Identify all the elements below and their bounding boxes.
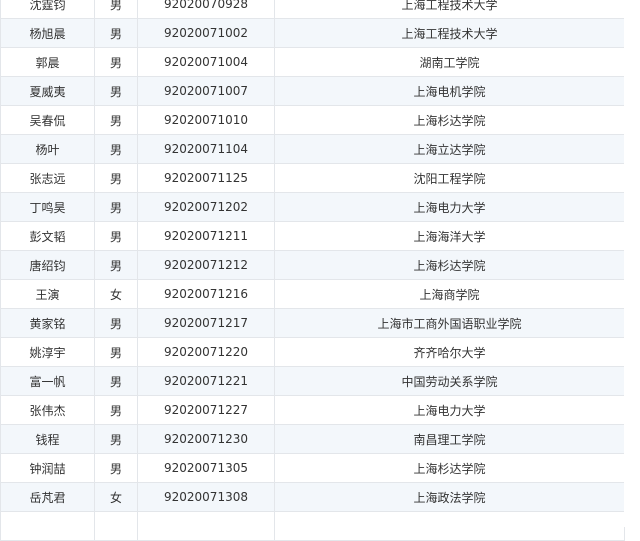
id-cell: 92020071216 <box>137 279 275 309</box>
gender-cell: 男 <box>94 105 138 135</box>
school-cell: 上海电机学院 <box>274 76 625 106</box>
table-row: 吴春侃 男 92020071010 上海杉达学院 <box>0 105 625 135</box>
school-cell: 上海杉达学院 <box>274 105 625 135</box>
school-cell: 上海商学院 <box>274 279 625 309</box>
table-row: 杨叶 男 92020071104 上海立达学院 <box>0 134 625 164</box>
table-row: 张志远 男 92020071125 沈阳工程学院 <box>0 163 625 193</box>
roster-table-body: 沈霆钧 男 92020070928 上海工程技术大学 杨旭晨 男 9202007… <box>0 0 625 541</box>
school-cell: 上海电力大学 <box>274 395 625 425</box>
school-cell: 中国劳动关系学院 <box>274 366 625 396</box>
gender-cell: 男 <box>94 134 138 164</box>
name-cell: 王演 <box>0 279 95 309</box>
gender-cell: 男 <box>94 18 138 48</box>
name-cell: 彭文韬 <box>0 221 95 251</box>
school-cell: 湖南工学院 <box>274 47 625 77</box>
gender-cell: 男 <box>94 308 138 338</box>
table-row: 夏威夷 男 92020071007 上海电机学院 <box>0 76 625 106</box>
id-cell: 92020071227 <box>137 395 275 425</box>
gender-cell: 男 <box>94 337 138 367</box>
school-cell <box>274 511 625 541</box>
id-cell: 92020071221 <box>137 366 275 396</box>
table-row <box>0 511 625 541</box>
gender-cell: 男 <box>94 76 138 106</box>
gender-cell: 男 <box>94 0 138 19</box>
id-cell: 92020071220 <box>137 337 275 367</box>
name-cell: 姚淳宇 <box>0 337 95 367</box>
name-cell: 富一帆 <box>0 366 95 396</box>
school-cell: 上海电力大学 <box>274 192 625 222</box>
name-cell: 吴春侃 <box>0 105 95 135</box>
name-cell: 唐绍钧 <box>0 250 95 280</box>
table-row: 丁鸣昊 男 92020071202 上海电力大学 <box>0 192 625 222</box>
school-cell: 上海立达学院 <box>274 134 625 164</box>
name-cell: 郭晨 <box>0 47 95 77</box>
id-cell: 92020071217 <box>137 308 275 338</box>
gender-cell: 女 <box>94 482 138 512</box>
table-row: 钱程 男 92020071230 南昌理工学院 <box>0 424 625 454</box>
school-cell: 上海杉达学院 <box>274 453 625 483</box>
table-row: 钟润喆 男 92020071305 上海杉达学院 <box>0 453 625 483</box>
table-row: 唐绍钧 男 92020071212 上海杉达学院 <box>0 250 625 280</box>
name-cell: 杨叶 <box>0 134 95 164</box>
id-cell: 92020071010 <box>137 105 275 135</box>
id-cell: 92020071007 <box>137 76 275 106</box>
id-cell: 92020071211 <box>137 221 275 251</box>
name-cell: 黄家铭 <box>0 308 95 338</box>
gender-cell: 男 <box>94 395 138 425</box>
gender-cell: 男 <box>94 221 138 251</box>
school-cell: 上海海洋大学 <box>274 221 625 251</box>
table-row: 杨旭晨 男 92020071002 上海工程技术大学 <box>0 18 625 48</box>
name-cell: 张伟杰 <box>0 395 95 425</box>
table-row: 王演 女 92020071216 上海商学院 <box>0 279 625 309</box>
name-cell: 岳芃君 <box>0 482 95 512</box>
gender-cell: 男 <box>94 47 138 77</box>
school-cell: 南昌理工学院 <box>274 424 625 454</box>
school-cell: 上海杉达学院 <box>274 250 625 280</box>
gender-cell: 男 <box>94 453 138 483</box>
table-row: 黄家铭 男 92020071217 上海市工商外国语职业学院 <box>0 308 625 338</box>
table-row: 郭晨 男 92020071004 湖南工学院 <box>0 47 625 77</box>
name-cell: 夏威夷 <box>0 76 95 106</box>
name-cell: 张志远 <box>0 163 95 193</box>
roster-table-container: 沈霆钧 男 92020070928 上海工程技术大学 杨旭晨 男 9202007… <box>0 0 625 541</box>
id-cell <box>137 511 275 541</box>
table-row: 富一帆 男 92020071221 中国劳动关系学院 <box>0 366 625 396</box>
id-cell: 92020071104 <box>137 134 275 164</box>
school-cell: 上海工程技术大学 <box>274 0 625 19</box>
school-cell: 上海政法学院 <box>274 482 625 512</box>
roster-table: 沈霆钧 男 92020070928 上海工程技术大学 杨旭晨 男 9202007… <box>0 0 625 541</box>
gender-cell: 男 <box>94 424 138 454</box>
gender-cell: 男 <box>94 250 138 280</box>
gender-cell: 女 <box>94 279 138 309</box>
id-cell: 92020071002 <box>137 18 275 48</box>
table-row: 姚淳宇 男 92020071220 齐齐哈尔大学 <box>0 337 625 367</box>
school-cell: 上海工程技术大学 <box>274 18 625 48</box>
id-cell: 92020071212 <box>137 250 275 280</box>
name-cell: 钱程 <box>0 424 95 454</box>
id-cell: 92020071202 <box>137 192 275 222</box>
gender-cell: 男 <box>94 163 138 193</box>
id-cell: 92020071125 <box>137 163 275 193</box>
id-cell: 92020070928 <box>137 0 275 19</box>
name-cell: 杨旭晨 <box>0 18 95 48</box>
id-cell: 92020071305 <box>137 453 275 483</box>
school-cell: 齐齐哈尔大学 <box>274 337 625 367</box>
id-cell: 92020071230 <box>137 424 275 454</box>
name-cell <box>0 511 95 541</box>
school-cell: 沈阳工程学院 <box>274 163 625 193</box>
gender-cell <box>94 511 138 541</box>
name-cell: 沈霆钧 <box>0 0 95 19</box>
id-cell: 92020071308 <box>137 482 275 512</box>
gender-cell: 男 <box>94 192 138 222</box>
name-cell: 丁鸣昊 <box>0 192 95 222</box>
table-row: 彭文韬 男 92020071211 上海海洋大学 <box>0 221 625 251</box>
table-row: 岳芃君 女 92020071308 上海政法学院 <box>0 482 625 512</box>
school-cell: 上海市工商外国语职业学院 <box>274 308 625 338</box>
id-cell: 92020071004 <box>137 47 275 77</box>
table-row: 沈霆钧 男 92020070928 上海工程技术大学 <box>0 0 625 19</box>
gender-cell: 男 <box>94 366 138 396</box>
table-row: 张伟杰 男 92020071227 上海电力大学 <box>0 395 625 425</box>
name-cell: 钟润喆 <box>0 453 95 483</box>
right-margin <box>624 0 640 527</box>
